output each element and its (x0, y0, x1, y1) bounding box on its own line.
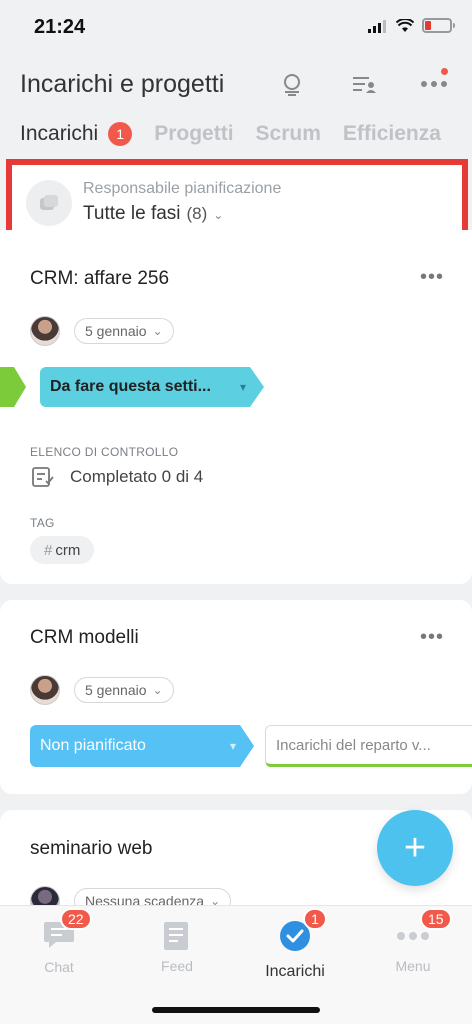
nav-incarichi-label: Incarichi (265, 963, 325, 980)
more-menu-icon[interactable] (418, 68, 450, 100)
more-icon (397, 932, 429, 940)
nav-menu[interactable]: 15 Menu (354, 908, 472, 974)
chevron-down-icon: ⌄ (152, 324, 163, 338)
tab-efficienza[interactable]: Efficienza (343, 122, 441, 146)
planner-avatar (26, 180, 72, 226)
tab-incarichi-badge: 1 (108, 122, 133, 146)
avatar (30, 316, 60, 346)
deadline-pill[interactable]: 5 gennaio ⌄ (74, 677, 174, 703)
status-icons (368, 18, 455, 33)
chevron-down-icon: ▾ (239, 380, 246, 394)
task-title[interactable]: CRM: affare 256 (30, 268, 169, 290)
nav-menu-label: Menu (395, 958, 431, 974)
tab-progetti[interactable]: Progetti (154, 122, 233, 146)
plus-icon: + (403, 826, 427, 869)
checklist-value: Completato 0 di 4 (70, 467, 204, 486)
stage-filter-dropdown[interactable]: Tutte le fasi (8) ⌄ (83, 203, 223, 225)
stage-arrow (240, 725, 254, 767)
stage-dropdown[interactable]: Non pianificato ▾ (30, 725, 254, 767)
status-time: 21:24 (34, 16, 86, 38)
stage-dropdown[interactable]: Da fare questa setti... ▾ (40, 367, 264, 407)
menu-badge: 15 (420, 908, 452, 930)
stage-label: Da fare questa setti... (50, 378, 211, 395)
deadline-pill[interactable]: 5 gennaio ⌄ (74, 318, 174, 344)
hash-icon: # (44, 541, 53, 559)
feed-icon (164, 922, 188, 950)
task-title[interactable]: CRM modelli (30, 627, 139, 649)
tab-incarichi[interactable]: Incarichi (20, 122, 98, 146)
tag-pill[interactable]: # crm (30, 536, 95, 564)
checklist-summary[interactable]: Completato 0 di 4 (32, 467, 203, 487)
avatar (30, 675, 60, 705)
stage-arrow (250, 367, 264, 407)
chevron-down-icon: ⌄ (213, 208, 224, 222)
checklist-icon (32, 467, 54, 487)
chevron-down-icon: ▾ (229, 739, 236, 753)
nav-feed-label: Feed (161, 958, 193, 974)
chevron-down-icon: ⌄ (152, 683, 163, 697)
page-title: Incarichi e progetti (20, 70, 225, 98)
search-icon[interactable] (276, 68, 308, 100)
add-task-button[interactable]: + (377, 810, 453, 886)
nav-chat-label: Chat (44, 959, 74, 975)
filter-value: Tutte le fasi (83, 203, 181, 224)
prev-stage-marker (0, 367, 28, 407)
signal-icon (368, 19, 386, 33)
task-more-icon[interactable]: ••• (420, 266, 444, 289)
checklist-heading: ELENCO DI CONTROLLO (30, 445, 179, 459)
stage-label: Non pianificato (40, 737, 146, 754)
wifi-icon (396, 18, 414, 32)
tag-value: crm (55, 541, 81, 559)
filter-count: (8) (186, 204, 208, 223)
home-indicator (152, 1007, 320, 1013)
deadline-text: 5 gennaio (85, 682, 147, 698)
battery-icon (422, 18, 455, 33)
incarichi-badge: 1 (303, 908, 327, 930)
stack-icon (40, 195, 58, 210)
task-more-icon[interactable]: ••• (420, 626, 444, 649)
filter-user-icon[interactable] (348, 68, 380, 100)
task-title[interactable]: seminario web (30, 838, 153, 860)
nav-feed[interactable]: Feed (118, 920, 236, 974)
filter-label: Responsabile pianificazione (83, 180, 282, 197)
tag-heading: TAG (30, 516, 55, 530)
nav-incarichi[interactable]: 1 Incarichi (236, 908, 354, 981)
nav-chat[interactable]: 22 Chat (0, 908, 118, 975)
deadline-text: 5 gennaio (85, 323, 147, 339)
tab-bar: Incarichi 1 Progetti Scrum Efficienza (20, 122, 463, 146)
next-stage[interactable]: Incarichi del reparto v... (265, 725, 472, 767)
chat-badge: 22 (60, 908, 92, 930)
tab-scrum[interactable]: Scrum (256, 122, 321, 146)
notification-dot (441, 68, 448, 75)
